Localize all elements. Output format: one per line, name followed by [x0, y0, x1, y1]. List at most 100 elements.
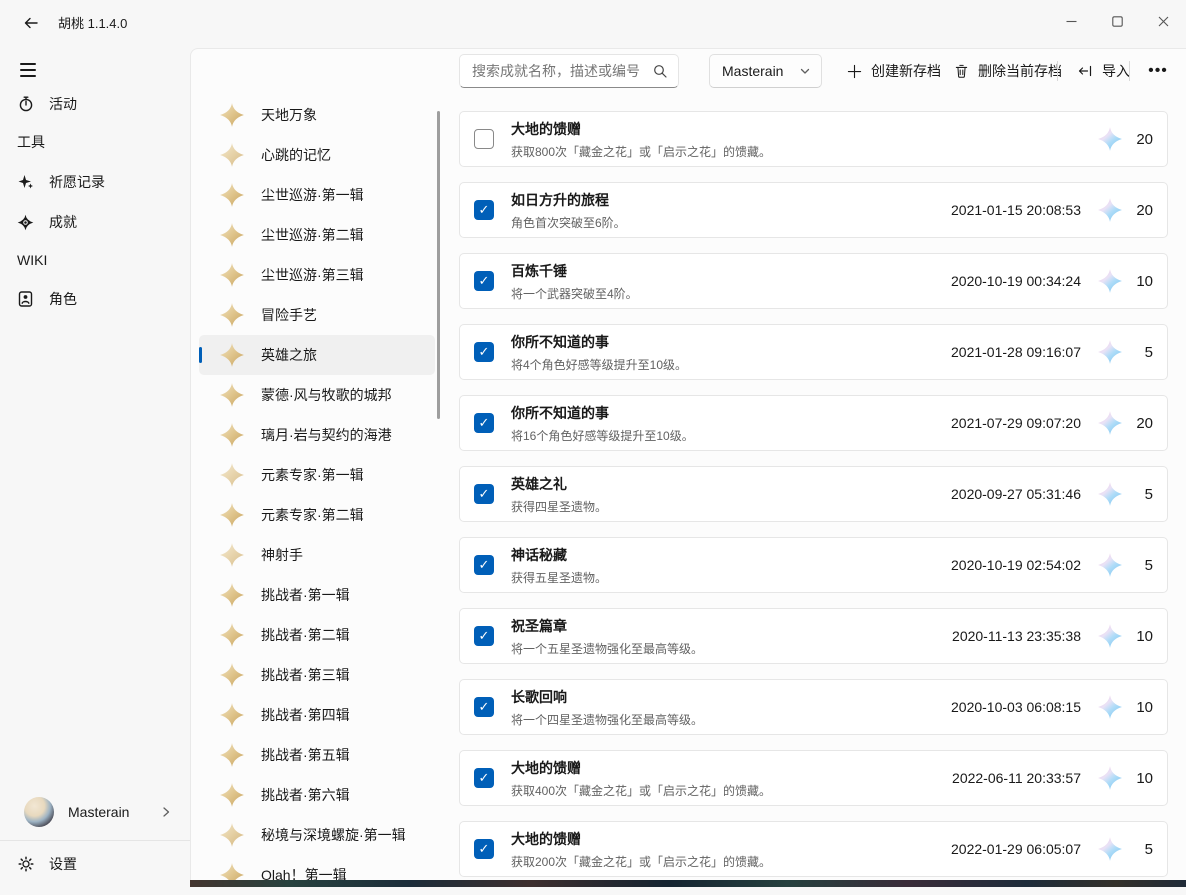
achievement-checkbox[interactable]	[474, 484, 494, 504]
category-item[interactable]: 尘世巡游·第二辑	[199, 215, 435, 255]
category-label: 神射手	[261, 545, 303, 565]
sidebar-item-wish-history[interactable]: 祈愿记录	[5, 164, 185, 200]
close-button[interactable]	[1140, 0, 1186, 42]
hamburger-menu-button[interactable]	[14, 55, 48, 85]
achievement-category-icon	[219, 622, 245, 648]
close-icon	[1158, 16, 1169, 27]
achievement-description: 获取800次「藏金之花」或「启示之花」的馈藏。	[511, 143, 906, 160]
achievement-category-icon	[219, 582, 245, 608]
content-panel: 天地万象 心跳的记忆 尘世巡游·第一辑 尘世巡游·第二辑 尘世巡游·第三辑 冒险…	[190, 48, 1186, 887]
toolbar-divider	[1057, 61, 1058, 81]
achievement-checkbox[interactable]	[474, 626, 494, 646]
category-item[interactable]: 挑战者·第六辑	[199, 775, 435, 815]
category-item[interactable]: 冒险手艺	[199, 295, 435, 335]
chevron-right-icon	[160, 806, 172, 818]
achievement-description: 将16个角色好感等级提升至10级。	[511, 427, 906, 444]
achievement-category-icon	[219, 102, 245, 128]
category-item[interactable]: 元素专家·第一辑	[199, 455, 435, 495]
achievement-checkbox[interactable]	[474, 555, 494, 575]
category-item[interactable]: 蒙德·风与牧歌的城邦	[199, 375, 435, 415]
category-item[interactable]: 挑战者·第一辑	[199, 575, 435, 615]
achievement-description: 获取400次「藏金之花」或「启示之花」的馈藏。	[511, 782, 906, 799]
achievement-category-icon	[219, 422, 245, 448]
wish-history-icon	[17, 174, 34, 191]
category-scrollbar[interactable]	[437, 111, 440, 419]
primogem-icon	[1097, 197, 1123, 223]
category-item[interactable]: 挑战者·第三辑	[199, 655, 435, 695]
activity-icon	[17, 96, 34, 113]
achievement-reward-count: 10	[1127, 628, 1153, 645]
achievement-title: 大地的馈赠	[511, 119, 906, 139]
category-item[interactable]: 秘境与深境螺旋·第一辑	[199, 815, 435, 855]
sidebar-divider	[0, 840, 190, 841]
achievement-checkbox[interactable]	[474, 271, 494, 291]
achievement-title: 大地的馈赠	[511, 829, 906, 849]
achievement-checkbox[interactable]	[474, 697, 494, 717]
window-controls	[1048, 0, 1186, 42]
category-item[interactable]: 挑战者·第五辑	[199, 735, 435, 775]
achievement-description: 角色首次突破至6阶。	[511, 214, 906, 231]
category-label: 英雄之旅	[261, 345, 317, 365]
achievement-category-icon	[219, 462, 245, 488]
achievement-date: 2021-01-28 09:16:07	[906, 344, 1081, 360]
category-item[interactable]: Olah！第一辑	[199, 855, 435, 895]
achievement-reward-count: 10	[1127, 273, 1153, 290]
achievement-reward-count: 5	[1127, 486, 1153, 503]
search-input[interactable]	[460, 63, 645, 79]
plus-icon	[847, 64, 862, 79]
user-account-button[interactable]: Masterain	[0, 787, 190, 837]
archive-selector-dropdown[interactable]: Masterain	[709, 54, 822, 88]
category-item-selected[interactable]: 英雄之旅	[199, 335, 435, 375]
category-item[interactable]: 挑战者·第四辑	[199, 695, 435, 735]
achievement-checkbox[interactable]	[474, 200, 494, 220]
delete-archive-button[interactable]: 删除当前存档	[944, 54, 1072, 88]
achievement-category-icon	[219, 302, 245, 328]
achievement-date: 2020-09-27 05:31:46	[906, 486, 1081, 502]
category-item[interactable]: 元素专家·第二辑	[199, 495, 435, 535]
search-button[interactable]	[645, 57, 675, 85]
more-options-button[interactable]: •••	[1139, 54, 1177, 88]
sidebar-item-settings[interactable]: 设置	[5, 846, 185, 882]
achievement-reward-count: 10	[1127, 699, 1153, 716]
achievement-title: 百炼千锤	[511, 261, 906, 281]
maximize-button[interactable]	[1094, 0, 1140, 42]
back-button[interactable]	[14, 8, 48, 38]
achievement-checkbox[interactable]	[474, 413, 494, 433]
achievement-checkbox[interactable]	[474, 342, 494, 362]
achievement-row: 你所不知道的事 将4个角色好感等级提升至10级。 2021-01-28 09:1…	[459, 324, 1168, 380]
sidebar-item-character[interactable]: 角色	[5, 281, 185, 317]
category-item[interactable]: 尘世巡游·第一辑	[199, 175, 435, 215]
achievement-category-icon	[219, 662, 245, 688]
archive-selected-value: Masterain	[722, 63, 783, 79]
category-item[interactable]: 璃月·岩与契约的海港	[199, 415, 435, 455]
category-item[interactable]: 尘世巡游·第三辑	[199, 255, 435, 295]
achievement-date: 2021-01-15 20:08:53	[906, 202, 1081, 218]
achievement-category-icon	[219, 342, 245, 368]
achievement-category-icon	[219, 182, 245, 208]
primogem-icon	[1097, 694, 1123, 720]
minimize-button[interactable]	[1048, 0, 1094, 42]
achievement-checkbox[interactable]	[474, 768, 494, 788]
achievement-list: 大地的馈赠 获取800次「藏金之花」或「启示之花」的馈藏。 20 如日方升的旅程…	[459, 111, 1168, 892]
category-label: 冒险手艺	[261, 305, 317, 325]
category-item[interactable]: 挑战者·第二辑	[199, 615, 435, 655]
category-item[interactable]: 神射手	[199, 535, 435, 575]
achievement-date: 2020-11-13 23:35:38	[906, 628, 1081, 644]
primogem-icon	[1097, 552, 1123, 578]
category-item[interactable]: 心跳的记忆	[199, 135, 435, 175]
toolbar-divider	[1129, 61, 1130, 81]
sidebar-section-tools: 工具	[5, 122, 185, 162]
gear-icon	[17, 856, 34, 873]
sidebar-item-label: 祈愿记录	[49, 172, 105, 192]
sidebar-item-achievement[interactable]: 成就	[5, 204, 185, 240]
delete-archive-label: 删除当前存档	[978, 61, 1062, 81]
achievement-title: 英雄之礼	[511, 474, 906, 494]
achievement-title: 祝圣篇章	[511, 616, 906, 636]
category-item[interactable]: 天地万象	[199, 95, 435, 135]
create-archive-button[interactable]: 创建新存档	[837, 54, 951, 88]
achievement-checkbox[interactable]	[474, 129, 494, 149]
achievement-date: 2020-10-19 02:54:02	[906, 557, 1081, 573]
sidebar-item-activity[interactable]: 活动	[5, 86, 185, 122]
achievement-checkbox[interactable]	[474, 839, 494, 859]
achievement-category-icon	[219, 542, 245, 568]
